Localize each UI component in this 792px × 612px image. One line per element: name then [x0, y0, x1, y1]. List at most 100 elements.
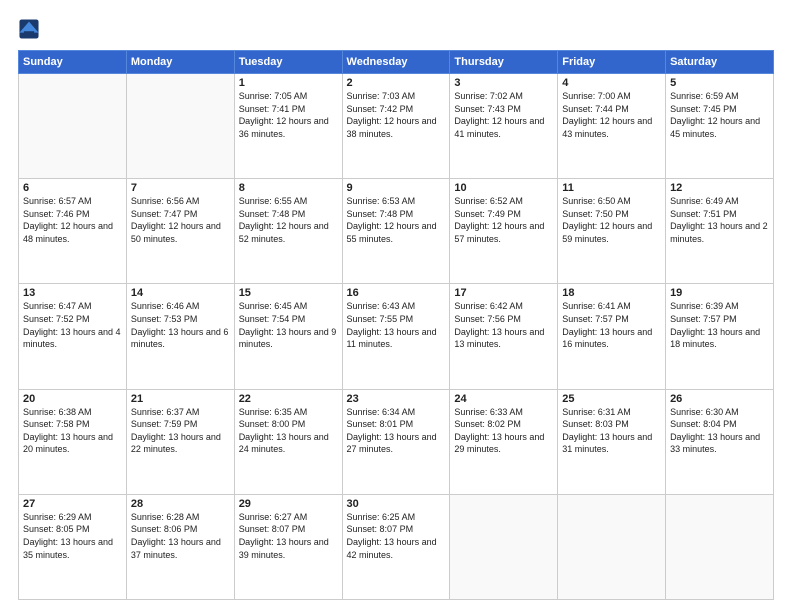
day-number: 12	[670, 182, 769, 194]
calendar-cell: 28Sunrise: 6:28 AM Sunset: 8:06 PM Dayli…	[126, 494, 234, 599]
day-number: 9	[347, 182, 446, 194]
calendar-cell: 21Sunrise: 6:37 AM Sunset: 7:59 PM Dayli…	[126, 389, 234, 494]
day-info: Sunrise: 6:31 AM Sunset: 8:03 PM Dayligh…	[562, 406, 661, 456]
day-info: Sunrise: 6:43 AM Sunset: 7:55 PM Dayligh…	[347, 300, 446, 350]
day-number: 8	[239, 182, 338, 194]
calendar-header-row: SundayMondayTuesdayWednesdayThursdayFrid…	[19, 51, 774, 74]
day-number: 20	[23, 393, 122, 405]
day-number: 25	[562, 393, 661, 405]
calendar-cell: 10Sunrise: 6:52 AM Sunset: 7:49 PM Dayli…	[450, 179, 558, 284]
day-number: 30	[347, 498, 446, 510]
day-number: 18	[562, 287, 661, 299]
day-info: Sunrise: 6:53 AM Sunset: 7:48 PM Dayligh…	[347, 195, 446, 245]
calendar-cell: 30Sunrise: 6:25 AM Sunset: 8:07 PM Dayli…	[342, 494, 450, 599]
calendar-cell: 2Sunrise: 7:03 AM Sunset: 7:42 PM Daylig…	[342, 74, 450, 179]
calendar-header-tuesday: Tuesday	[234, 51, 342, 74]
calendar-cell: 8Sunrise: 6:55 AM Sunset: 7:48 PM Daylig…	[234, 179, 342, 284]
calendar-header-thursday: Thursday	[450, 51, 558, 74]
day-info: Sunrise: 6:59 AM Sunset: 7:45 PM Dayligh…	[670, 90, 769, 140]
day-number: 29	[239, 498, 338, 510]
calendar-cell: 27Sunrise: 6:29 AM Sunset: 8:05 PM Dayli…	[19, 494, 127, 599]
calendar-cell	[450, 494, 558, 599]
day-info: Sunrise: 6:39 AM Sunset: 7:57 PM Dayligh…	[670, 300, 769, 350]
calendar-cell: 16Sunrise: 6:43 AM Sunset: 7:55 PM Dayli…	[342, 284, 450, 389]
day-number: 24	[454, 393, 553, 405]
day-info: Sunrise: 6:25 AM Sunset: 8:07 PM Dayligh…	[347, 511, 446, 561]
calendar-cell: 5Sunrise: 6:59 AM Sunset: 7:45 PM Daylig…	[666, 74, 774, 179]
calendar-cell: 12Sunrise: 6:49 AM Sunset: 7:51 PM Dayli…	[666, 179, 774, 284]
day-number: 6	[23, 182, 122, 194]
calendar-header-friday: Friday	[558, 51, 666, 74]
calendar-header-saturday: Saturday	[666, 51, 774, 74]
day-info: Sunrise: 6:45 AM Sunset: 7:54 PM Dayligh…	[239, 300, 338, 350]
day-number: 23	[347, 393, 446, 405]
calendar-cell: 6Sunrise: 6:57 AM Sunset: 7:46 PM Daylig…	[19, 179, 127, 284]
day-info: Sunrise: 6:28 AM Sunset: 8:06 PM Dayligh…	[131, 511, 230, 561]
calendar-cell: 11Sunrise: 6:50 AM Sunset: 7:50 PM Dayli…	[558, 179, 666, 284]
day-info: Sunrise: 6:52 AM Sunset: 7:49 PM Dayligh…	[454, 195, 553, 245]
day-number: 27	[23, 498, 122, 510]
day-info: Sunrise: 6:41 AM Sunset: 7:57 PM Dayligh…	[562, 300, 661, 350]
day-info: Sunrise: 7:05 AM Sunset: 7:41 PM Dayligh…	[239, 90, 338, 140]
calendar-week-5: 27Sunrise: 6:29 AM Sunset: 8:05 PM Dayli…	[19, 494, 774, 599]
day-info: Sunrise: 7:00 AM Sunset: 7:44 PM Dayligh…	[562, 90, 661, 140]
logo	[18, 18, 44, 40]
day-number: 17	[454, 287, 553, 299]
calendar-cell: 17Sunrise: 6:42 AM Sunset: 7:56 PM Dayli…	[450, 284, 558, 389]
calendar-cell: 7Sunrise: 6:56 AM Sunset: 7:47 PM Daylig…	[126, 179, 234, 284]
calendar-cell: 26Sunrise: 6:30 AM Sunset: 8:04 PM Dayli…	[666, 389, 774, 494]
calendar-cell: 4Sunrise: 7:00 AM Sunset: 7:44 PM Daylig…	[558, 74, 666, 179]
day-number: 4	[562, 77, 661, 89]
calendar-week-4: 20Sunrise: 6:38 AM Sunset: 7:58 PM Dayli…	[19, 389, 774, 494]
calendar-header-monday: Monday	[126, 51, 234, 74]
day-info: Sunrise: 6:50 AM Sunset: 7:50 PM Dayligh…	[562, 195, 661, 245]
day-info: Sunrise: 6:47 AM Sunset: 7:52 PM Dayligh…	[23, 300, 122, 350]
calendar-cell: 20Sunrise: 6:38 AM Sunset: 7:58 PM Dayli…	[19, 389, 127, 494]
day-number: 3	[454, 77, 553, 89]
header	[18, 18, 774, 40]
day-number: 28	[131, 498, 230, 510]
day-info: Sunrise: 6:30 AM Sunset: 8:04 PM Dayligh…	[670, 406, 769, 456]
day-info: Sunrise: 6:49 AM Sunset: 7:51 PM Dayligh…	[670, 195, 769, 245]
calendar-cell: 25Sunrise: 6:31 AM Sunset: 8:03 PM Dayli…	[558, 389, 666, 494]
calendar-cell: 1Sunrise: 7:05 AM Sunset: 7:41 PM Daylig…	[234, 74, 342, 179]
day-number: 19	[670, 287, 769, 299]
day-number: 13	[23, 287, 122, 299]
day-number: 11	[562, 182, 661, 194]
calendar-table: SundayMondayTuesdayWednesdayThursdayFrid…	[18, 50, 774, 600]
calendar-week-1: 1Sunrise: 7:05 AM Sunset: 7:41 PM Daylig…	[19, 74, 774, 179]
calendar-cell: 22Sunrise: 6:35 AM Sunset: 8:00 PM Dayli…	[234, 389, 342, 494]
day-info: Sunrise: 6:29 AM Sunset: 8:05 PM Dayligh…	[23, 511, 122, 561]
day-info: Sunrise: 6:42 AM Sunset: 7:56 PM Dayligh…	[454, 300, 553, 350]
calendar-header-sunday: Sunday	[19, 51, 127, 74]
calendar-cell	[558, 494, 666, 599]
day-info: Sunrise: 7:02 AM Sunset: 7:43 PM Dayligh…	[454, 90, 553, 140]
day-info: Sunrise: 6:37 AM Sunset: 7:59 PM Dayligh…	[131, 406, 230, 456]
day-number: 2	[347, 77, 446, 89]
day-info: Sunrise: 6:46 AM Sunset: 7:53 PM Dayligh…	[131, 300, 230, 350]
calendar-week-2: 6Sunrise: 6:57 AM Sunset: 7:46 PM Daylig…	[19, 179, 774, 284]
day-number: 1	[239, 77, 338, 89]
page: SundayMondayTuesdayWednesdayThursdayFrid…	[0, 0, 792, 612]
day-info: Sunrise: 6:33 AM Sunset: 8:02 PM Dayligh…	[454, 406, 553, 456]
day-number: 7	[131, 182, 230, 194]
day-info: Sunrise: 6:55 AM Sunset: 7:48 PM Dayligh…	[239, 195, 338, 245]
calendar-cell: 24Sunrise: 6:33 AM Sunset: 8:02 PM Dayli…	[450, 389, 558, 494]
calendar-cell: 18Sunrise: 6:41 AM Sunset: 7:57 PM Dayli…	[558, 284, 666, 389]
day-info: Sunrise: 6:27 AM Sunset: 8:07 PM Dayligh…	[239, 511, 338, 561]
calendar-cell: 23Sunrise: 6:34 AM Sunset: 8:01 PM Dayli…	[342, 389, 450, 494]
day-info: Sunrise: 6:35 AM Sunset: 8:00 PM Dayligh…	[239, 406, 338, 456]
day-info: Sunrise: 6:34 AM Sunset: 8:01 PM Dayligh…	[347, 406, 446, 456]
day-info: Sunrise: 7:03 AM Sunset: 7:42 PM Dayligh…	[347, 90, 446, 140]
calendar-cell	[19, 74, 127, 179]
day-number: 22	[239, 393, 338, 405]
calendar-header-wednesday: Wednesday	[342, 51, 450, 74]
calendar-cell: 3Sunrise: 7:02 AM Sunset: 7:43 PM Daylig…	[450, 74, 558, 179]
day-number: 5	[670, 77, 769, 89]
day-info: Sunrise: 6:56 AM Sunset: 7:47 PM Dayligh…	[131, 195, 230, 245]
calendar-cell	[126, 74, 234, 179]
logo-icon	[18, 18, 40, 40]
day-number: 15	[239, 287, 338, 299]
calendar-cell: 29Sunrise: 6:27 AM Sunset: 8:07 PM Dayli…	[234, 494, 342, 599]
calendar-cell: 14Sunrise: 6:46 AM Sunset: 7:53 PM Dayli…	[126, 284, 234, 389]
